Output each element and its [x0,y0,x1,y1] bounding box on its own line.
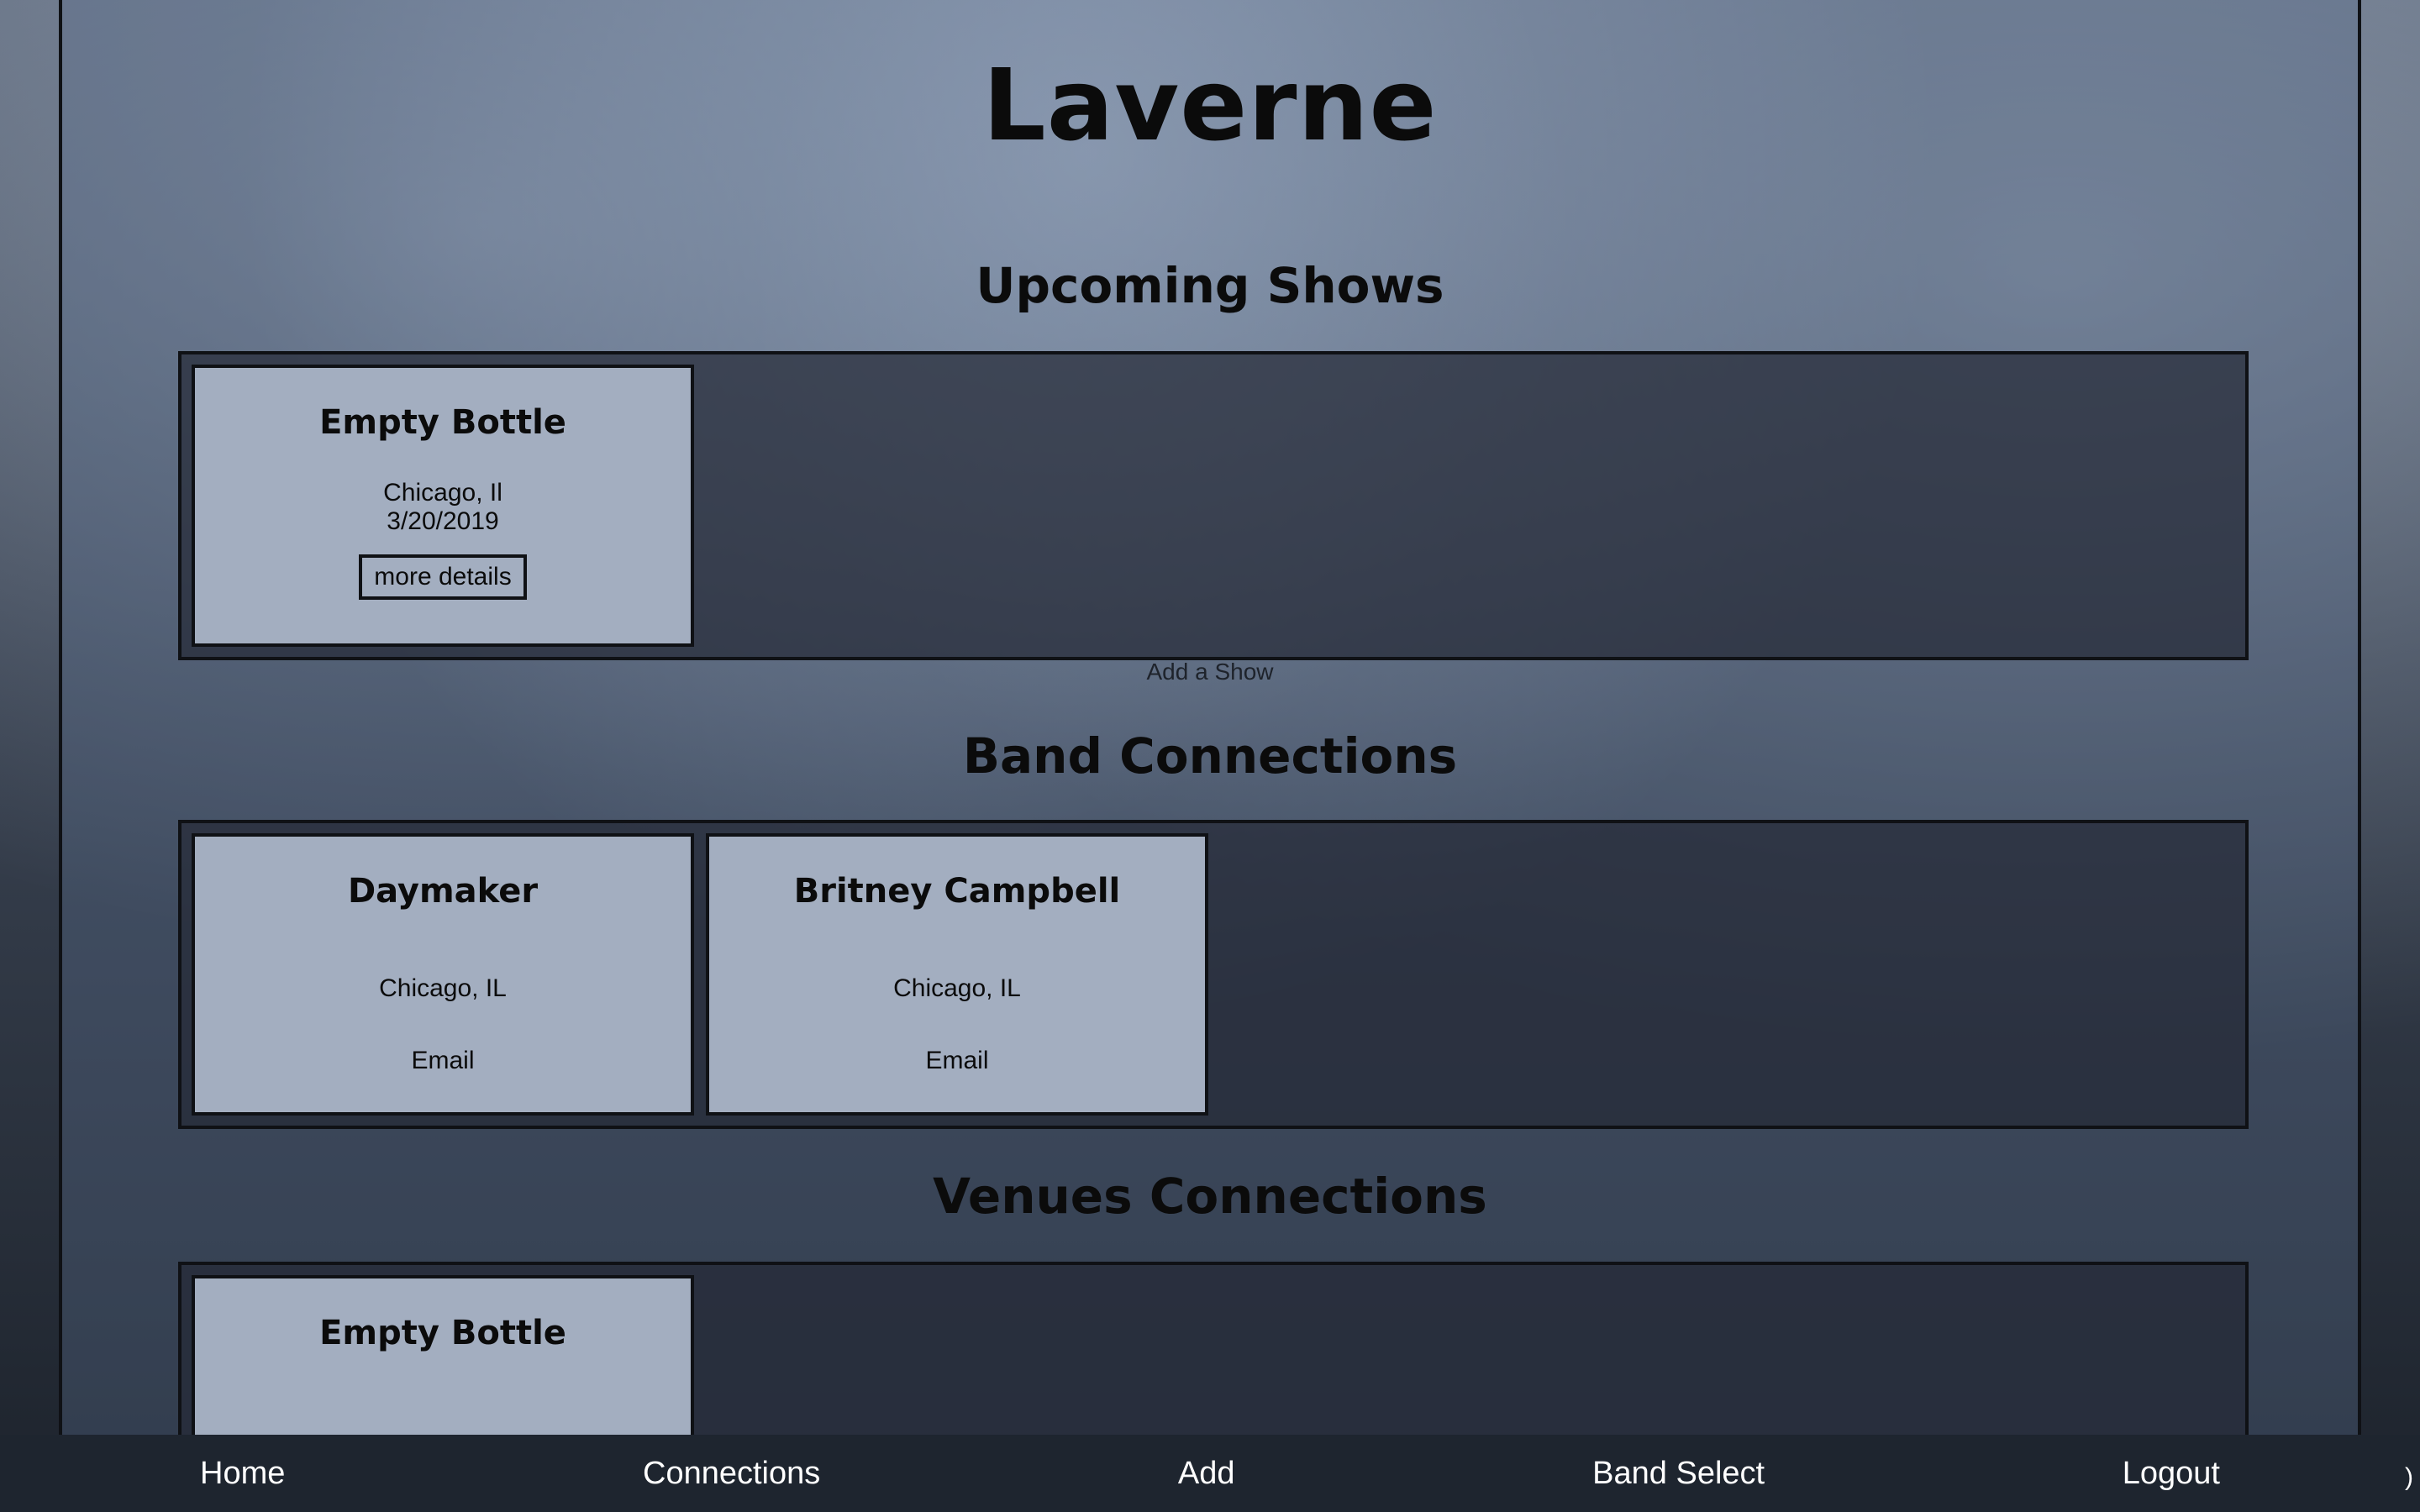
venue-name: Empty Bottle [319,1314,566,1352]
nav-edge-glyph: ) [2405,1463,2413,1491]
venue-card: Empty Bottle [192,1275,694,1438]
band-location: Chicago, IL [893,974,1021,1002]
bottom-navigation: Home Connections Add Band Select Logout … [0,1435,2420,1512]
more-details-button[interactable]: more details [359,554,527,600]
nav-logout[interactable]: Logout [2123,1456,2220,1492]
band-connections-panel: Daymaker Chicago, IL Email Britney Campb… [178,820,2249,1129]
band-name: Britney Campbell [793,872,1121,911]
show-date: 3/20/2019 [387,507,499,535]
page-title: Laverne [982,47,1438,163]
venues-connections-panel: Empty Bottle [178,1262,2249,1438]
band-card: Britney Campbell Chicago, IL Email [706,833,1208,1116]
band-name: Daymaker [347,872,539,911]
show-card: Empty Bottle Chicago, Il 3/20/2019 more … [192,365,694,647]
nav-connections[interactable]: Connections [643,1456,820,1492]
show-location: Chicago, Il [383,479,502,507]
nav-band-select[interactable]: Band Select [1592,1456,1765,1492]
band-email-link[interactable]: Email [195,1047,691,1075]
upcoming-shows-title: Upcoming Shows [976,257,1444,314]
nav-add[interactable]: Add [1178,1456,1235,1492]
upcoming-shows-panel: Empty Bottle Chicago, Il 3/20/2019 more … [178,351,2249,660]
band-location: Chicago, IL [379,974,507,1002]
band-card: Daymaker Chicago, IL Email [192,833,694,1116]
add-show-link[interactable]: Add a Show [62,659,2358,685]
band-connections-title: Band Connections [962,727,1458,785]
page-container: Laverne Upcoming Shows Empty Bottle Chic… [59,0,2361,1438]
venues-connections-title: Venues Connections [933,1168,1487,1225]
nav-home[interactable]: Home [200,1456,285,1492]
band-email-link[interactable]: Email [709,1047,1205,1075]
show-venue-name: Empty Bottle [319,403,566,442]
